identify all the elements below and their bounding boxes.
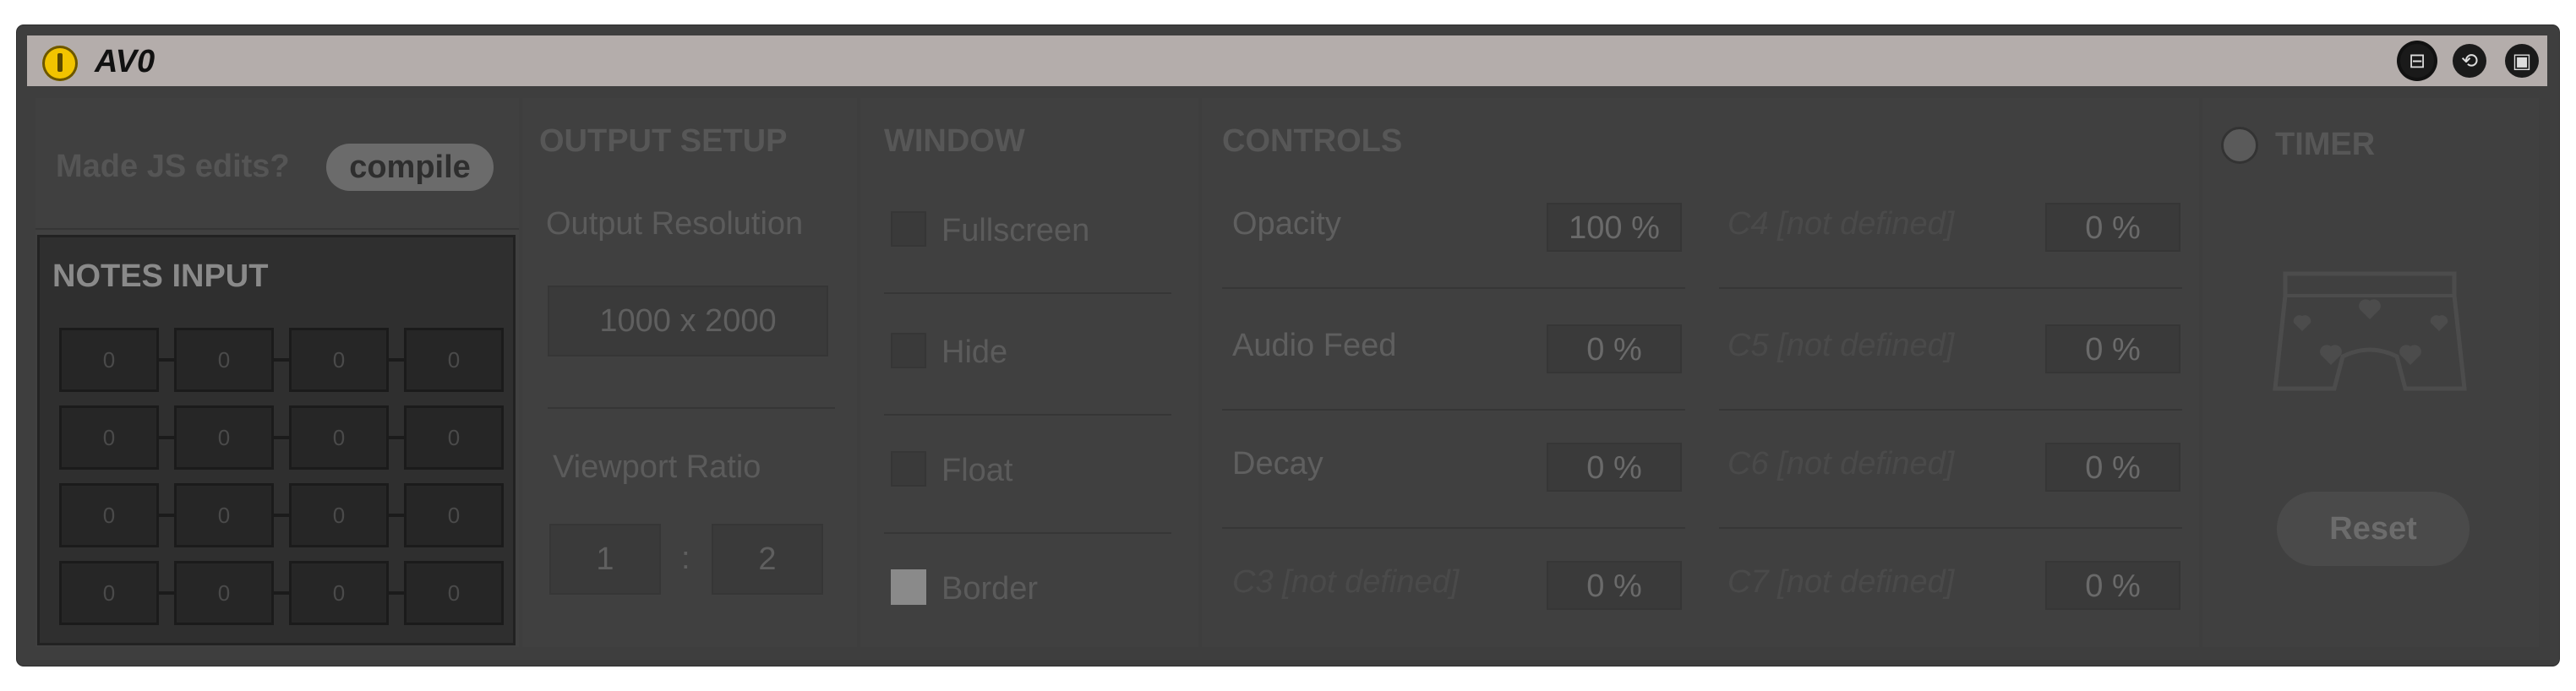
title-bar-background: AV0 ⊟ ⟲ ▣ <box>27 35 2547 86</box>
control-value-field[interactable]: 0 % <box>1547 324 1682 373</box>
control-value-field[interactable]: 0 % <box>1547 561 1682 610</box>
divider <box>1222 287 1685 289</box>
control-value-field[interactable]: 0 % <box>2045 324 2180 373</box>
note-connector <box>157 514 174 517</box>
window-option-label: Border <box>941 571 1039 607</box>
output-resolution-field[interactable]: 1000 x 2000 <box>548 286 828 356</box>
control-value-field[interactable]: 0 % <box>2045 443 2180 492</box>
save-icon[interactable]: ▣ <box>2505 44 2539 78</box>
refresh-icon[interactable]: ⟲ <box>2453 44 2486 78</box>
note-connector <box>387 358 404 362</box>
divider <box>884 532 1171 534</box>
note-cell[interactable]: 0 <box>404 328 504 392</box>
divider <box>1222 527 1685 529</box>
control-label: Decay <box>1232 446 1323 482</box>
note-connector <box>387 436 404 439</box>
note-cell[interactable]: 0 <box>289 561 389 625</box>
control-value-field[interactable]: 0 % <box>2045 561 2180 610</box>
device-frame-icon[interactable]: ⊟ <box>2400 44 2434 78</box>
device-title: AV0 <box>95 44 156 79</box>
note-connector <box>157 436 174 439</box>
note-cell[interactable]: 0 <box>404 561 504 625</box>
control-label: Audio Feed <box>1232 328 1397 363</box>
note-cell[interactable]: 0 <box>289 405 389 470</box>
control-label: Opacity <box>1232 206 1341 242</box>
divider <box>884 414 1171 416</box>
note-cell[interactable]: 0 <box>59 405 159 470</box>
controls-title: CONTROLS <box>1222 123 1403 159</box>
note-connector <box>272 514 289 517</box>
window-title: WINDOW <box>884 123 1025 159</box>
note-cell[interactable]: 0 <box>289 328 389 392</box>
control-label: C4 [not defined] <box>1727 206 1955 242</box>
divider <box>1719 527 2182 529</box>
reset-button[interactable]: Reset <box>2277 492 2470 566</box>
timer-toggle[interactable] <box>2221 127 2258 164</box>
note-cell[interactable]: 0 <box>404 483 504 547</box>
note-cell[interactable]: 0 <box>59 561 159 625</box>
timer-title: TIMER <box>2275 127 2376 162</box>
note-cell[interactable]: 0 <box>59 328 159 392</box>
divider <box>548 407 835 409</box>
checkbox-hide[interactable] <box>891 333 926 368</box>
divider <box>884 292 1171 294</box>
checkbox-fullscreen[interactable] <box>891 211 926 247</box>
note-connector <box>157 591 174 595</box>
note-cell[interactable]: 0 <box>174 561 274 625</box>
note-connector <box>387 514 404 517</box>
window-option-label: Hide <box>941 335 1008 370</box>
note-cell[interactable]: 0 <box>174 405 274 470</box>
compile-button[interactable]: compile <box>326 144 494 191</box>
divider <box>35 228 519 230</box>
underwear-hearts-icon <box>2273 271 2467 391</box>
control-value-field[interactable]: 0 % <box>2045 203 2180 252</box>
control-value-field[interactable]: 100 % <box>1547 203 1682 252</box>
note-connector <box>272 591 289 595</box>
control-value-field[interactable]: 0 % <box>1547 443 1682 492</box>
output-setup-title: OUTPUT SETUP <box>539 123 788 159</box>
window-option-label: Float <box>941 453 1013 488</box>
divider <box>1719 409 2182 411</box>
window-option-label: Fullscreen <box>941 213 1090 248</box>
note-cell[interactable]: 0 <box>174 483 274 547</box>
viewport-ratio-a-field[interactable]: 1 <box>549 524 661 595</box>
divider <box>1719 287 2182 289</box>
control-label: C6 [not defined] <box>1727 446 1955 482</box>
viewport-ratio-b-field[interactable]: 2 <box>712 524 823 595</box>
note-cell[interactable]: 0 <box>174 328 274 392</box>
window-panel <box>860 98 1198 647</box>
note-connector <box>387 591 404 595</box>
note-connector <box>272 436 289 439</box>
note-cell[interactable]: 0 <box>289 483 389 547</box>
note-cell[interactable]: 0 <box>59 483 159 547</box>
control-label: C5 [not defined] <box>1727 328 1955 363</box>
control-label: C7 [not defined] <box>1727 564 1955 600</box>
viewport-ratio-separator: : <box>681 541 690 576</box>
notes-title: NOTES INPUT <box>52 258 269 294</box>
viewport-ratio-label: Viewport Ratio <box>553 449 761 485</box>
checkbox-float[interactable] <box>891 451 926 487</box>
checkbox-border[interactable] <box>891 569 926 605</box>
divider <box>1222 409 1685 411</box>
power-icon[interactable] <box>42 46 78 81</box>
note-connector <box>272 358 289 362</box>
js-edits-prompt: Made JS edits? <box>56 149 290 184</box>
note-connector <box>157 358 174 362</box>
note-cell[interactable]: 0 <box>404 405 504 470</box>
output-resolution-label: Output Resolution <box>546 206 804 242</box>
control-label: C3 [not defined] <box>1232 564 1460 600</box>
